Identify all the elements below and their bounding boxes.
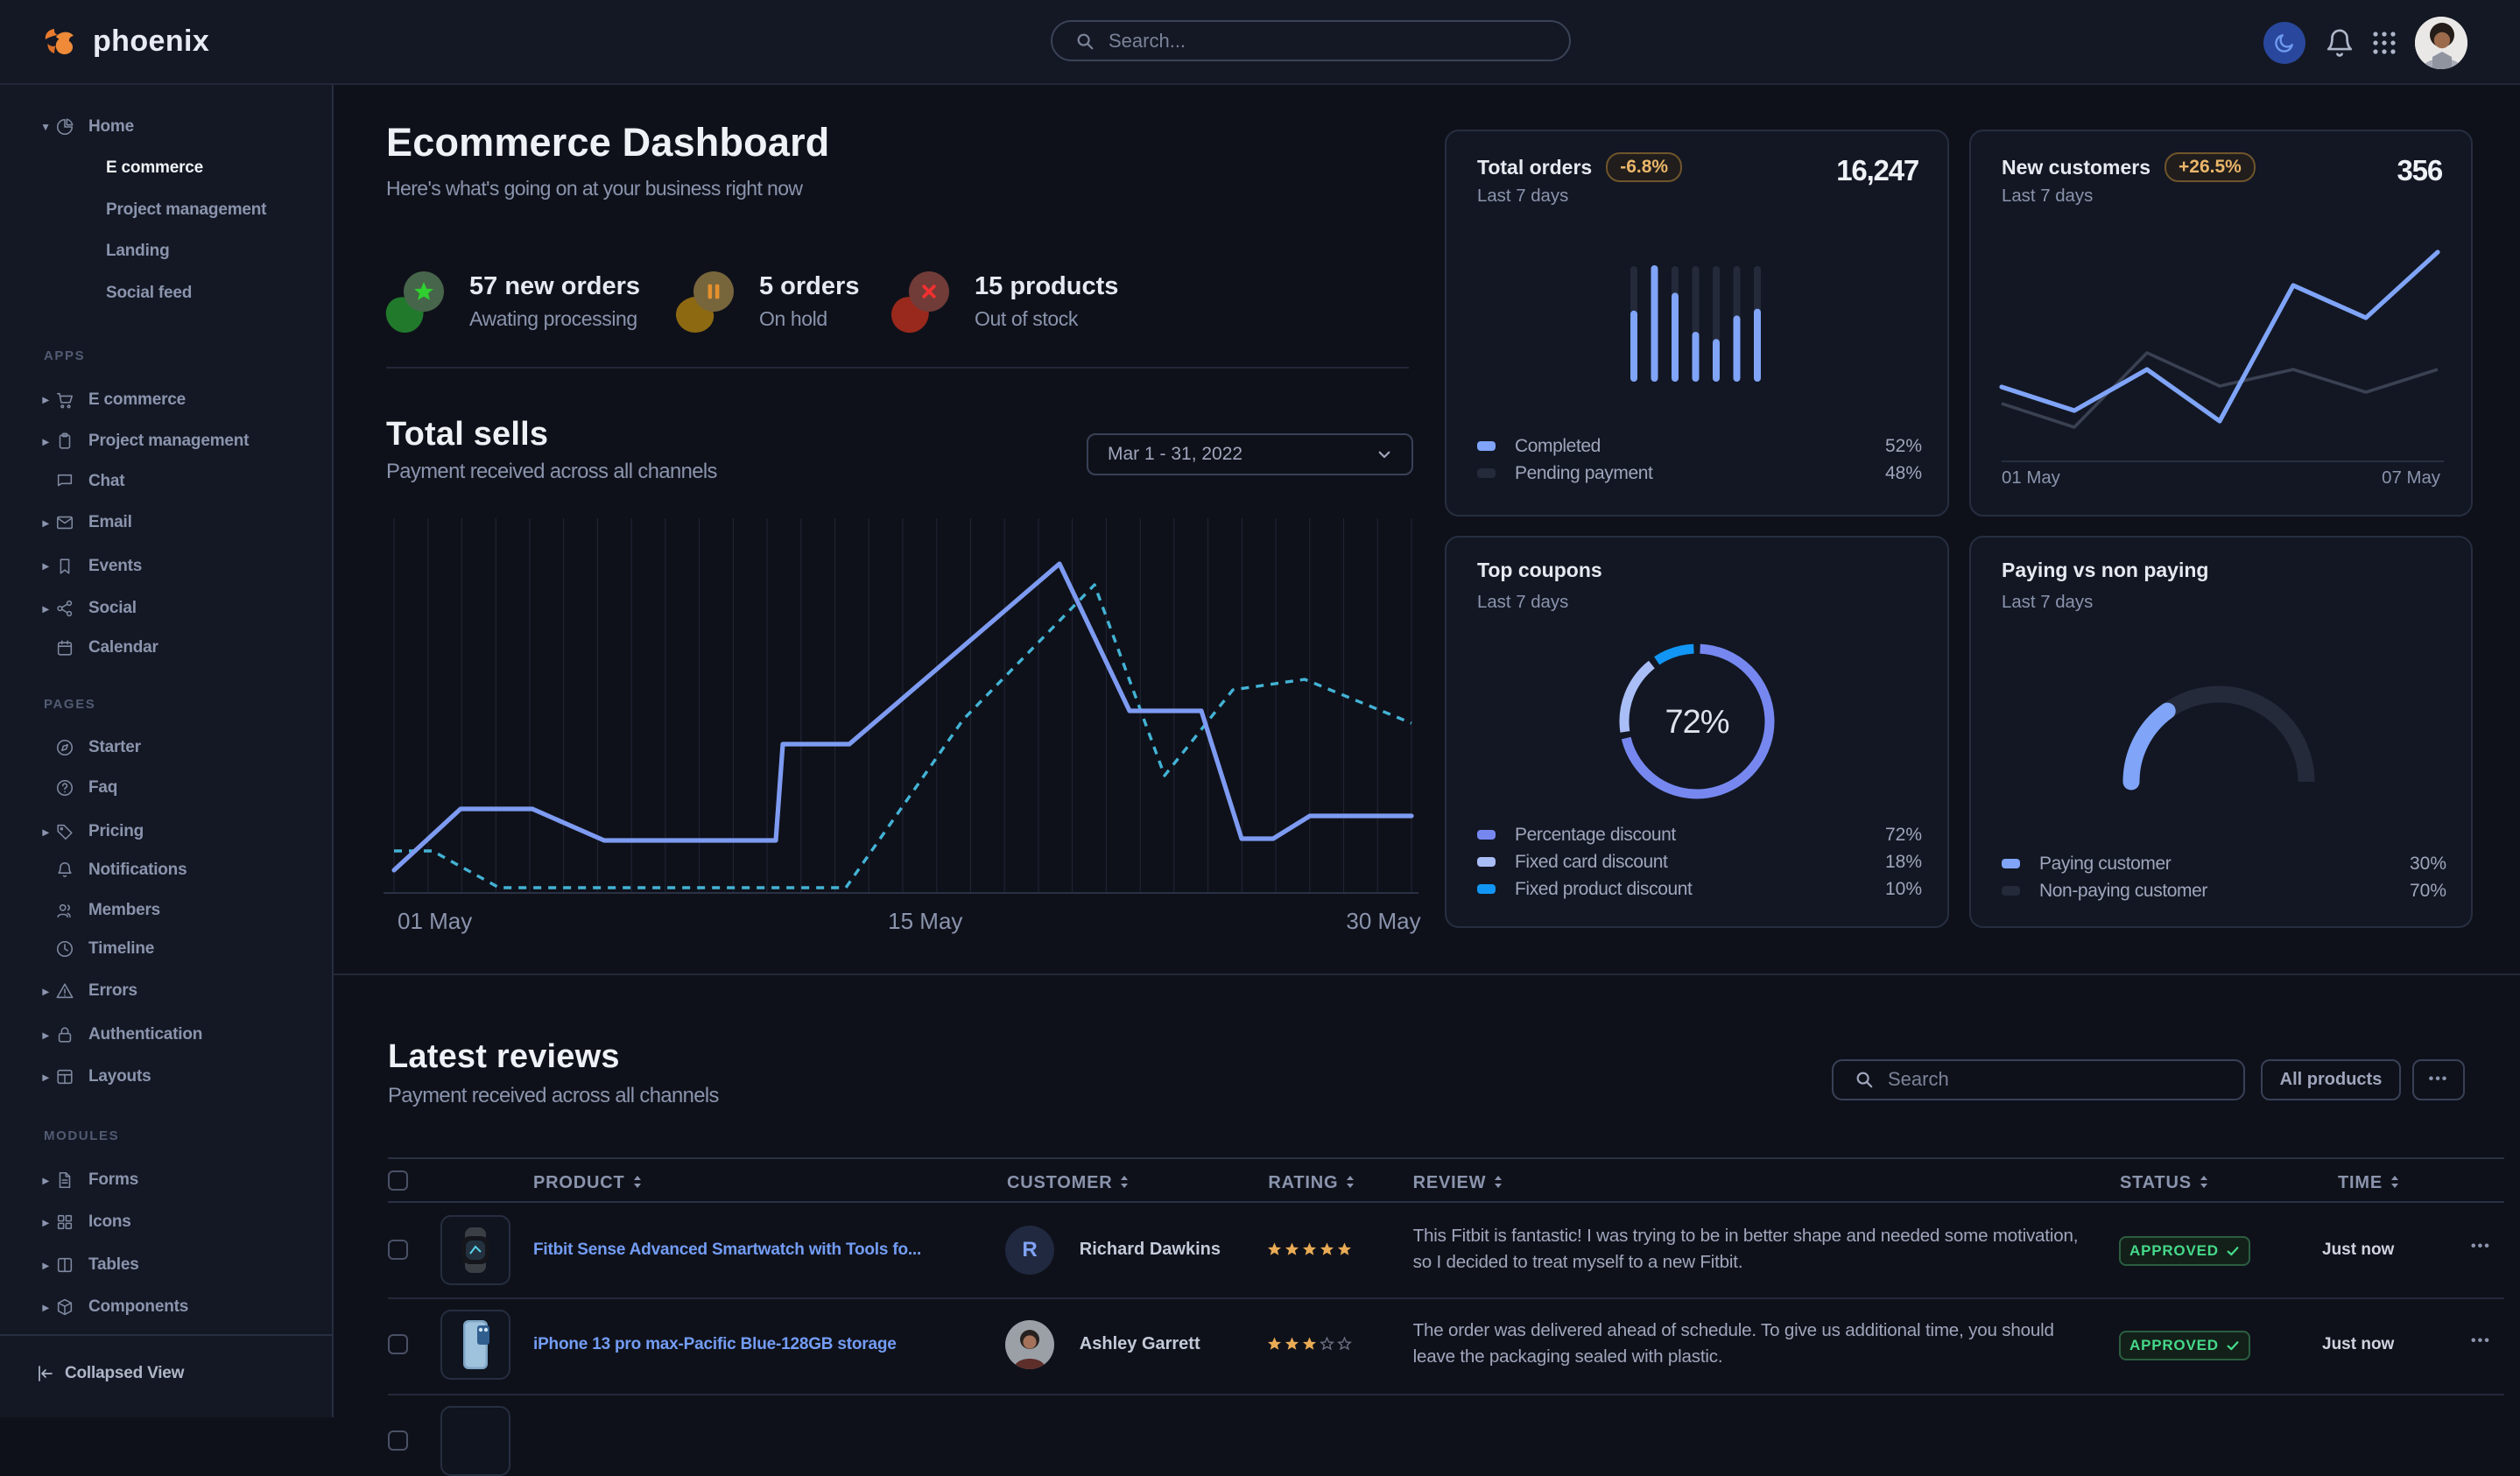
svg-text:30 May: 30 May bbox=[1346, 908, 1420, 934]
svg-text:01 May: 01 May bbox=[398, 908, 472, 934]
svg-text:15 May: 15 May bbox=[888, 908, 962, 934]
